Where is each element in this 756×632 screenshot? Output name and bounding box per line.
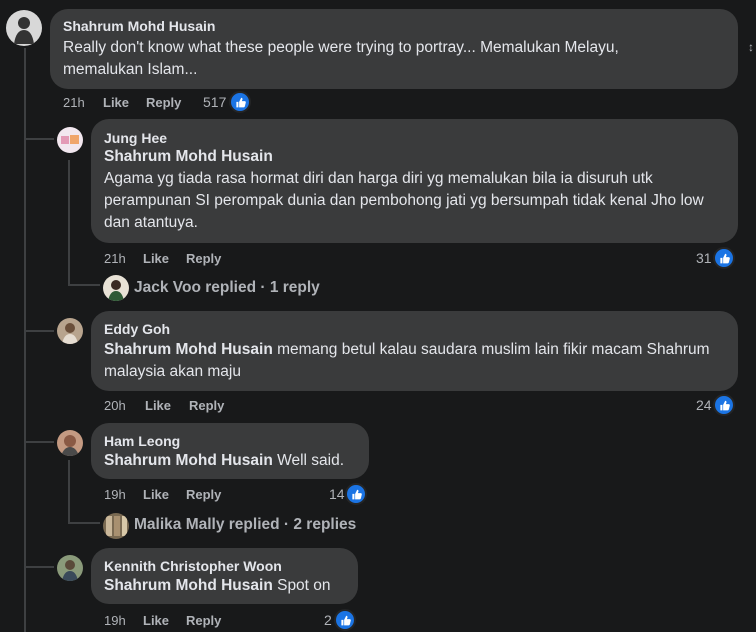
reply-link[interactable]: Reply	[186, 613, 221, 628]
reaction-count[interactable]: 2	[324, 612, 332, 628]
comment-time[interactable]: 21h	[63, 95, 85, 110]
thumbs-up-icon	[713, 247, 735, 269]
comment-body: Well said.	[272, 452, 345, 469]
reaction-count[interactable]: 31	[696, 250, 712, 266]
thread-line-corner	[68, 522, 100, 524]
like-link[interactable]: Like	[143, 613, 169, 628]
avatar[interactable]	[103, 275, 129, 301]
avatar-image-icon	[62, 560, 78, 581]
avatar[interactable]	[103, 513, 129, 539]
comment-author[interactable]: Shahrum Mohd Husain	[63, 18, 215, 34]
more-options-icon[interactable]: ↕	[748, 40, 754, 54]
avatar[interactable]	[57, 127, 83, 153]
comment-time[interactable]: 20h	[104, 398, 126, 413]
comment-time[interactable]: 21h	[104, 251, 126, 266]
avatar-image-icon	[61, 435, 79, 456]
reaction-count[interactable]: 24	[696, 397, 712, 413]
reply-link[interactable]: Reply	[146, 95, 181, 110]
thumbs-up-icon	[713, 394, 735, 416]
thumbs-up-icon	[229, 91, 251, 113]
reply-link[interactable]: Reply	[186, 487, 221, 502]
thumbs-up-icon	[334, 609, 356, 631]
thumbs-up-icon	[345, 483, 367, 505]
view-replies-link[interactable]: Malika Mally replied · 2 replies	[134, 516, 356, 534]
thread-line-corner	[68, 284, 100, 286]
comment-text: Shahrum Mohd Husain Well said.	[104, 450, 364, 472]
like-link[interactable]: Like	[143, 487, 169, 502]
mention-link[interactable]: Shahrum Mohd Husain	[104, 577, 273, 594]
view-replies-link[interactable]: Jack Voo replied · 1 reply	[134, 279, 320, 297]
avatar-image-icon	[106, 516, 127, 536]
avatar[interactable]	[57, 430, 83, 456]
comment-author[interactable]: Jung Hee	[104, 130, 167, 146]
mention-link[interactable]: Shahrum Mohd Husain	[104, 148, 273, 165]
user-silhouette-icon	[14, 17, 34, 44]
avatar-image-icon	[62, 323, 78, 344]
avatar[interactable]	[57, 318, 83, 344]
comment-author[interactable]: Kennith Christopher Woon	[104, 558, 282, 574]
reaction-count[interactable]: 14	[329, 486, 345, 502]
comment-mention[interactable]: Shahrum Mohd Husain	[104, 146, 273, 168]
thread-line-branch	[24, 566, 54, 568]
reaction-count[interactable]: 517	[203, 94, 226, 110]
comment-text: Really don't know what these people were…	[63, 39, 619, 78]
thread-line-reply	[68, 160, 70, 284]
avatar-image-icon	[108, 280, 124, 301]
comment-text: Shahrum Mohd Husain Spot on	[104, 575, 354, 597]
thread-line-branch	[24, 138, 54, 140]
comment-time[interactable]: 19h	[104, 487, 126, 502]
thread-line-branch	[24, 330, 54, 332]
like-link[interactable]: Like	[143, 251, 169, 266]
reply-link[interactable]: Reply	[189, 398, 224, 413]
thread-line-branch	[24, 441, 54, 443]
avatar-image-icon	[61, 135, 79, 144]
avatar[interactable]	[6, 10, 42, 46]
mention-link[interactable]: Shahrum Mohd Husain	[104, 452, 273, 469]
comment-author[interactable]: Eddy Goh	[104, 321, 170, 337]
comment-text: Agama yg tiada rasa hormat diri dan harg…	[104, 170, 704, 231]
like-link[interactable]: Like	[145, 398, 171, 413]
comment-body: Spot on	[272, 577, 331, 594]
like-link[interactable]: Like	[103, 95, 129, 110]
comment-time[interactable]: 19h	[104, 613, 126, 628]
mention-link[interactable]: Shahrum Mohd Husain	[104, 341, 273, 358]
avatar[interactable]	[57, 555, 83, 581]
reply-link[interactable]: Reply	[186, 251, 221, 266]
thread-line-reply	[68, 460, 70, 522]
comment-author[interactable]: Ham Leong	[104, 433, 180, 449]
thread-line-main	[24, 48, 26, 632]
comment-text: Shahrum Mohd Husain memang betul kalau s…	[104, 339, 724, 383]
